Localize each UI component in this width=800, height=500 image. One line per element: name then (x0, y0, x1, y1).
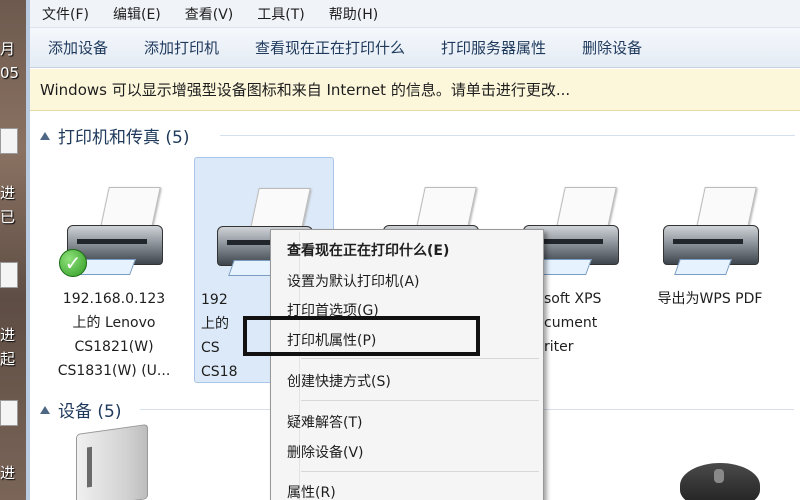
remove-device-button[interactable]: 删除设备 (564, 37, 660, 58)
default-check-icon: ✓ (59, 249, 87, 277)
menu-bar: 文件(F) 编辑(E) 查看(V) 工具(T) 帮助(H) (30, 0, 800, 28)
printer-label: 192.168.0.123 上的 Lenovo CS1821(W) CS1831… (57, 291, 171, 379)
collapse-arrow-icon[interactable] (40, 405, 50, 414)
printer-icon: ✓ (59, 187, 169, 287)
see-whats-printing-button[interactable]: 查看现在正在打印什么 (237, 37, 423, 58)
desktop-file-icon[interactable] (0, 400, 18, 426)
menu-tools[interactable]: 工具(T) (245, 4, 316, 24)
printers-group-header[interactable]: 打印机和传真 (5) (40, 123, 189, 148)
menu-file[interactable]: 文件(F) (30, 4, 101, 24)
printer-label: 导出为WPS PDF (657, 291, 763, 307)
desktop-text: 05 (0, 64, 20, 82)
desktop-text: 已 (0, 208, 16, 226)
desktop-text: 月 (0, 40, 16, 58)
desktop-background: 月 05 进 已 进 起 进 (0, 0, 26, 500)
annotation-highlight-box (243, 316, 480, 356)
collapse-arrow-icon[interactable] (40, 131, 50, 140)
menu-view[interactable]: 查看(V) (173, 4, 246, 24)
command-bar: 添加设备 添加打印机 查看现在正在打印什么 打印服务器属性 删除设备 (30, 28, 800, 68)
group-divider (220, 135, 795, 136)
desktop-text: 进 (0, 184, 16, 202)
desktop-text: 起 (0, 350, 16, 368)
desktop-text: 进 (0, 326, 16, 344)
print-server-properties-button[interactable]: 打印服务器属性 (423, 37, 564, 58)
devices-group-header[interactable]: 设备 (5) (40, 397, 121, 422)
menu-item-remove-device[interactable]: 删除设备(V) (287, 442, 537, 462)
add-device-button[interactable]: 添加设备 (30, 37, 126, 58)
group-divider (544, 409, 794, 410)
menu-item-properties[interactable]: 属性(R) (287, 482, 537, 500)
menu-separator (301, 358, 539, 359)
menu-item-see-printing[interactable]: 查看现在正在打印什么(E) (287, 240, 537, 260)
desktop-file-icon[interactable] (0, 262, 18, 288)
mouse-device-icon[interactable] (680, 463, 760, 500)
info-bar-text: Windows 可以显示增强型设备图标和来自 Internet 的信息。请单击进… (40, 81, 571, 99)
menu-item-create-shortcut[interactable]: 创建快捷方式(S) (287, 371, 537, 391)
desktop-text: 进 (0, 464, 16, 482)
menu-item-set-default[interactable]: 设置为默认打印机(A) (287, 271, 537, 291)
devices-group-title: 设备 (5) (58, 402, 122, 422)
printer-item[interactable]: 导出为WPS PDF (640, 187, 780, 311)
context-menu: 查看现在正在打印什么(E) 设置为默认打印机(A) 打印首选项(G) 打印机属性… (270, 229, 544, 500)
add-printer-button[interactable]: 添加打印机 (126, 37, 237, 58)
menu-edit[interactable]: 编辑(E) (101, 4, 173, 24)
group-divider (140, 409, 270, 410)
menu-separator (301, 471, 539, 472)
printer-item[interactable]: ✓ 192.168.0.123 上的 Lenovo CS1821(W) CS18… (44, 187, 184, 383)
info-bar[interactable]: Windows 可以显示增强型设备图标和来自 Internet 的信息。请单击进… (30, 69, 800, 111)
computer-device-icon[interactable] (76, 423, 148, 500)
printers-group-title: 打印机和传真 (5) (58, 128, 190, 148)
menu-separator (301, 400, 539, 401)
desktop-file-icon[interactable] (0, 128, 18, 154)
menu-help[interactable]: 帮助(H) (317, 4, 390, 24)
printer-icon (655, 187, 765, 287)
menu-item-troubleshoot[interactable]: 疑难解答(T) (287, 412, 537, 432)
